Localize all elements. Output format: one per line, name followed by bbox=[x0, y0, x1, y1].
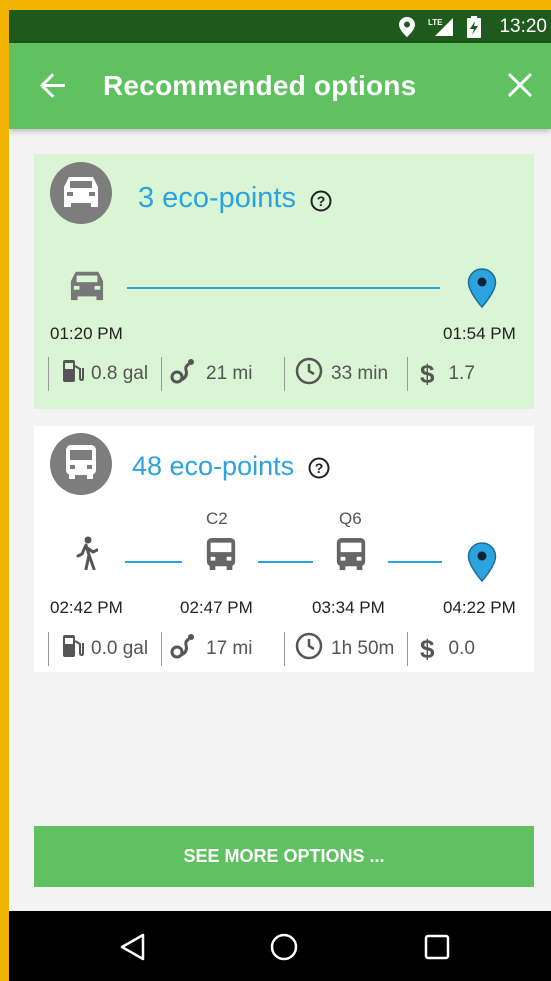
status-time: 13:20 bbox=[499, 15, 547, 37]
fuel-pump-icon bbox=[61, 358, 85, 390]
route-name-label: Q6 bbox=[339, 509, 362, 528]
bus-icon bbox=[63, 443, 99, 486]
trip-stats: 0.8 gal 21 mi 33 min $ 1.7 bbox=[48, 354, 475, 394]
fuel-pump-icon bbox=[61, 633, 85, 665]
route-distance-icon bbox=[170, 357, 196, 391]
lte-signal-icon: LTE bbox=[427, 10, 455, 43]
duration-stat: 33 min bbox=[285, 357, 407, 391]
route-line bbox=[258, 561, 313, 563]
bus-icon bbox=[334, 536, 368, 577]
distance-value: 17 mi bbox=[206, 638, 253, 659]
duration-value: 33 min bbox=[331, 363, 389, 384]
fuel-value: 0.8 gal bbox=[91, 363, 149, 384]
distance-stat: 17 mi bbox=[162, 632, 284, 666]
time-label: 02:47 PM bbox=[180, 598, 253, 617]
car-icon bbox=[61, 173, 101, 214]
cost-stat: $ 0.0 bbox=[408, 634, 475, 665]
clock-icon bbox=[295, 632, 323, 666]
route-line bbox=[125, 561, 182, 563]
see-more-options-button[interactable]: SEE MORE OPTIONS ... bbox=[34, 826, 534, 887]
cost-value: 1.7 bbox=[448, 363, 475, 384]
battery-charging-icon bbox=[467, 10, 481, 43]
car-mode-avatar bbox=[50, 162, 112, 224]
close-icon[interactable] bbox=[505, 70, 535, 100]
destination-pin-icon bbox=[467, 268, 497, 313]
app-frame: LTE 13:20 Recommended options 3 eco-poin… bbox=[9, 10, 551, 981]
route-distance-icon bbox=[170, 632, 196, 666]
walk-icon bbox=[76, 536, 99, 575]
bus-mode-avatar bbox=[50, 433, 112, 495]
duration-stat: 1h 50m bbox=[285, 632, 407, 666]
back-arrow-icon[interactable] bbox=[37, 69, 69, 101]
distance-stat: 21 mi bbox=[162, 357, 284, 391]
page-title: Recommended options bbox=[103, 70, 417, 101]
time-label: 04:22 PM bbox=[443, 598, 516, 617]
svg-text:?: ? bbox=[317, 193, 326, 209]
svg-text:?: ? bbox=[315, 460, 324, 476]
dollar-icon: $ bbox=[420, 633, 435, 664]
bus-icon bbox=[204, 536, 238, 577]
destination-pin-icon bbox=[467, 542, 497, 587]
duration-value: 1h 50m bbox=[331, 638, 395, 659]
help-icon[interactable]: ? bbox=[310, 187, 332, 212]
time-label: 01:20 PM bbox=[50, 324, 123, 343]
cost-value: 0.0 bbox=[448, 638, 475, 659]
eco-points-text: 3 eco-points bbox=[138, 181, 296, 214]
help-icon[interactable]: ? bbox=[308, 455, 330, 479]
cost-stat: $ 1.7 bbox=[408, 359, 475, 390]
trip-stats: 0.0 gal 17 mi 1h 50m $ 0.0 bbox=[48, 629, 475, 669]
time-label: 01:54 PM bbox=[443, 324, 516, 343]
fuel-value: 0.0 gal bbox=[91, 638, 149, 659]
time-label: 03:34 PM bbox=[312, 598, 385, 617]
clock-icon bbox=[295, 357, 323, 391]
dollar-icon: $ bbox=[420, 358, 435, 389]
app-bar: Recommended options bbox=[9, 43, 551, 129]
option-card-car[interactable]: 3 eco-points ? 01:20 PM 01:54 PM 0.8 gal… bbox=[34, 154, 534, 409]
eco-points-text: 48 eco-points bbox=[132, 450, 295, 481]
time-label: 02:42 PM bbox=[50, 598, 123, 617]
distance-value: 21 mi bbox=[206, 363, 253, 384]
eco-points-label: 3 eco-points ? bbox=[138, 173, 332, 223]
route-name-label: C2 bbox=[206, 509, 228, 528]
svg-text:LTE: LTE bbox=[428, 18, 443, 27]
eco-points-label: 48 eco-points ? bbox=[132, 441, 330, 491]
option-card-bus[interactable]: 48 eco-points ? C2 Q6 02:42 PM 02:47 PM … bbox=[34, 426, 534, 672]
route-line bbox=[388, 561, 442, 563]
home-circle-icon[interactable] bbox=[268, 931, 300, 963]
status-bar: LTE 13:20 bbox=[9, 10, 551, 43]
back-triangle-icon[interactable] bbox=[117, 931, 149, 963]
system-nav-bar bbox=[9, 911, 551, 981]
recents-square-icon[interactable] bbox=[421, 931, 453, 963]
location-pin-icon bbox=[399, 10, 415, 43]
fuel-stat: 0.8 gal bbox=[49, 358, 161, 390]
fuel-stat: 0.0 gal bbox=[49, 633, 161, 665]
route-line bbox=[127, 287, 440, 289]
car-icon bbox=[68, 268, 106, 307]
